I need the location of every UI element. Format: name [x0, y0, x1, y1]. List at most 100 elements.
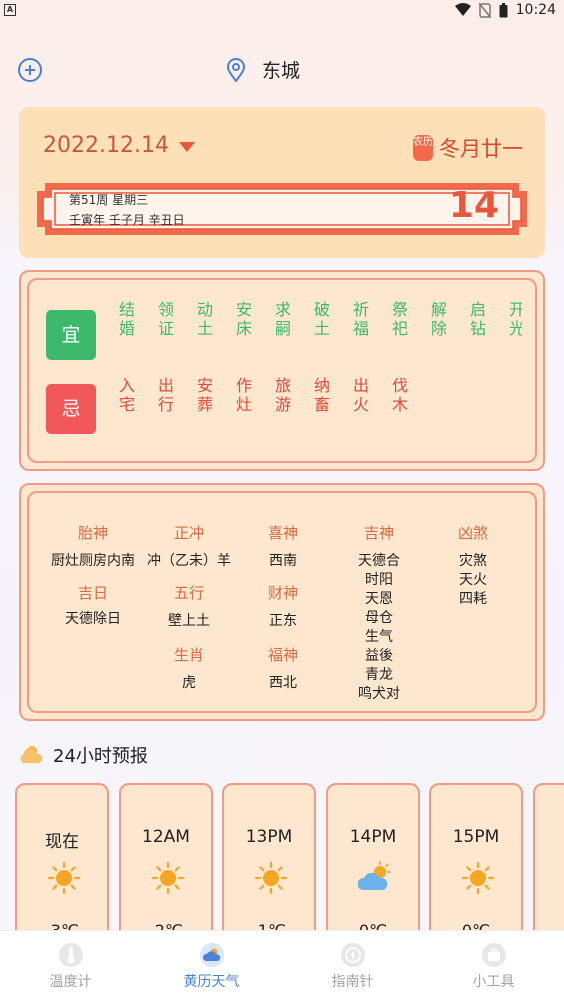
no-sim-icon — [478, 2, 491, 18]
day-frame: 第51周 星期三 壬寅年 壬子月 辛丑日 14 — [35, 177, 529, 241]
sun-icon — [254, 861, 288, 895]
xiongsha-value: 天火 — [459, 572, 487, 588]
yi-item: 动土 — [196, 300, 213, 338]
ji-item: 安葬 — [196, 376, 213, 414]
yi-list: 结婚 领证 动土 安床 求嗣 破土 祈福 祭祀 解除 启钻 开光 — [117, 300, 522, 338]
nav-almanac-weather[interactable]: 黄历天气 — [141, 931, 282, 1002]
zhengchong-value: 冲（乙未）羊 — [147, 553, 231, 569]
nav-thermometer[interactable]: 温度计 — [0, 931, 141, 1002]
yi-item: 祈福 — [352, 300, 369, 338]
jishen-col: 吉神 天德合 时阳 天恩 母仓 生气 益後 青龙 鸣犬对 — [339, 523, 419, 704]
ji-item: 入宅 — [118, 376, 135, 414]
yi-item: 解除 — [430, 300, 447, 338]
ji-item: 伐木 — [391, 376, 408, 414]
nav-label: 指南针 — [331, 974, 374, 990]
zhengchong-col: 正冲 冲（乙未）羊 — [139, 523, 239, 571]
forecast-item[interactable]: 1 — [533, 783, 564, 933]
xishen-title: 喜神 — [267, 524, 298, 542]
wuxing-title: 五行 — [173, 584, 204, 602]
notification-icon: A — [4, 4, 16, 16]
sun-icon — [151, 861, 185, 895]
fushen-title: 福神 — [267, 646, 298, 664]
fushen-value: 西北 — [269, 675, 297, 691]
location-name: 东城 — [262, 60, 301, 82]
xiongsha-value: 四耗 — [459, 591, 487, 607]
nav-label: 小工具 — [472, 974, 515, 990]
forecast-item[interactable]: 14PM 0℃ — [326, 783, 420, 933]
yi-item: 结婚 — [118, 300, 135, 338]
yi-ji-card: 宜 结婚 领证 动土 安床 求嗣 破土 祈福 祭祀 解除 启钻 开光 忌 入宅 … — [19, 270, 545, 471]
caret-down-icon — [178, 141, 195, 152]
location[interactable]: 东城 — [226, 56, 300, 83]
jiri-title: 吉日 — [77, 584, 108, 602]
taishen-title: 胎神 — [77, 524, 108, 542]
caishen-col: 财神 正东 — [243, 583, 323, 631]
toolbox-icon — [481, 943, 506, 967]
sun-icon — [47, 861, 81, 895]
yi-item: 启钻 — [469, 300, 486, 338]
location-pin-icon — [226, 57, 246, 82]
ji-list: 入宅 出行 安葬 作灶 旅游 纳畜 出火 伐木 — [117, 376, 522, 414]
taishen-col: 胎神 厨灶厕房内南 — [43, 523, 143, 571]
forecast-time: 15PM — [452, 827, 500, 847]
yi-item: 领证 — [157, 300, 174, 338]
xiongsha-value: 灾煞 — [459, 553, 487, 569]
ji-item: 出行 — [157, 376, 174, 414]
xishen-col: 喜神 西南 — [243, 523, 323, 571]
forecast-item[interactable]: 12AM -2℃ — [119, 783, 213, 933]
forecast-item[interactable]: 13PM -1℃ — [222, 783, 316, 933]
jishen-value: 母仓 — [365, 610, 393, 626]
forecast-header: 24小时预报 — [19, 742, 148, 768]
xiongsha-col: 凶煞 灾煞 天火 四耗 — [433, 523, 513, 609]
forecast-item[interactable]: 15PM 0℃ — [429, 783, 523, 933]
date-picker[interactable]: 2022.12.14 — [43, 133, 195, 158]
lunar-badge: 农历 — [413, 135, 433, 161]
big-day-number: 14 — [448, 185, 499, 226]
battery-icon — [499, 2, 508, 17]
wuxing-col: 五行 壁上土 — [139, 583, 239, 631]
nav-label: 温度计 — [49, 974, 92, 990]
ji-item: 作灶 — [235, 376, 252, 414]
jishen-value: 益後 — [365, 648, 393, 664]
date-card: 2022.12.14 农历 冬月廿一 第51周 星期三 壬寅年 壬子月 辛丑日 … — [19, 107, 545, 258]
shengxiao-title: 生肖 — [173, 646, 204, 664]
yi-item: 开光 — [508, 300, 522, 338]
forecast-time: 14PM — [349, 827, 397, 847]
ji-tag: 忌 — [46, 384, 96, 434]
jishen-value: 时阳 — [365, 572, 393, 588]
caishen-value: 正东 — [269, 613, 297, 629]
yi-item: 祭祀 — [391, 300, 408, 338]
forecast-time: 现在 — [45, 832, 79, 852]
jishen-value: 鸣犬对 — [358, 686, 400, 702]
yi-item: 安床 — [235, 300, 252, 338]
ji-item: 出火 — [352, 376, 369, 414]
bottom-nav: 温度计 黄历天气 指南针 小工具 — [0, 930, 564, 1002]
caishen-title: 财神 — [267, 584, 298, 602]
forecast-time: 13PM — [245, 827, 293, 847]
jishen-value: 生气 — [365, 629, 393, 645]
add-city-icon[interactable] — [18, 58, 42, 82]
gods-card: 胎神 厨灶厕房内南 吉日 天德除日 正冲 冲（乙未）羊 五行 壁上土 生肖 虎 … — [19, 483, 545, 721]
cloud-icon — [20, 746, 43, 763]
status-bar: A 10:24 — [0, 0, 564, 24]
jishen-title: 吉神 — [363, 524, 394, 542]
sun-icon — [461, 861, 495, 895]
header: 东城 — [0, 48, 564, 92]
cloud-sun-icon — [358, 861, 391, 890]
forecast-list[interactable]: 现在 -3℃ 12AM -2℃ 13PM -1℃ 14PM 0℃ 15PM 0℃… — [15, 783, 564, 933]
xiongsha-title: 凶煞 — [457, 524, 488, 542]
nav-tools[interactable]: 小工具 — [423, 931, 564, 1002]
nav-label: 黄历天气 — [183, 974, 240, 990]
weather-icon — [199, 943, 224, 967]
jishen-value: 天恩 — [365, 591, 393, 607]
forecast-time: 12AM — [142, 827, 190, 847]
ji-item: 旅游 — [274, 376, 291, 414]
nav-compass[interactable]: 指南针 — [282, 931, 423, 1002]
forecast-title: 24小时预报 — [53, 746, 148, 767]
lunar-date-block: 农历 冬月廿一 — [413, 133, 523, 163]
jishen-value: 青龙 — [365, 667, 393, 683]
week-info: 第51周 星期三 — [69, 193, 149, 207]
forecast-item[interactable]: 现在 -3℃ — [15, 783, 109, 933]
status-time: 10:24 — [515, 2, 556, 18]
wifi-icon — [454, 3, 471, 16]
